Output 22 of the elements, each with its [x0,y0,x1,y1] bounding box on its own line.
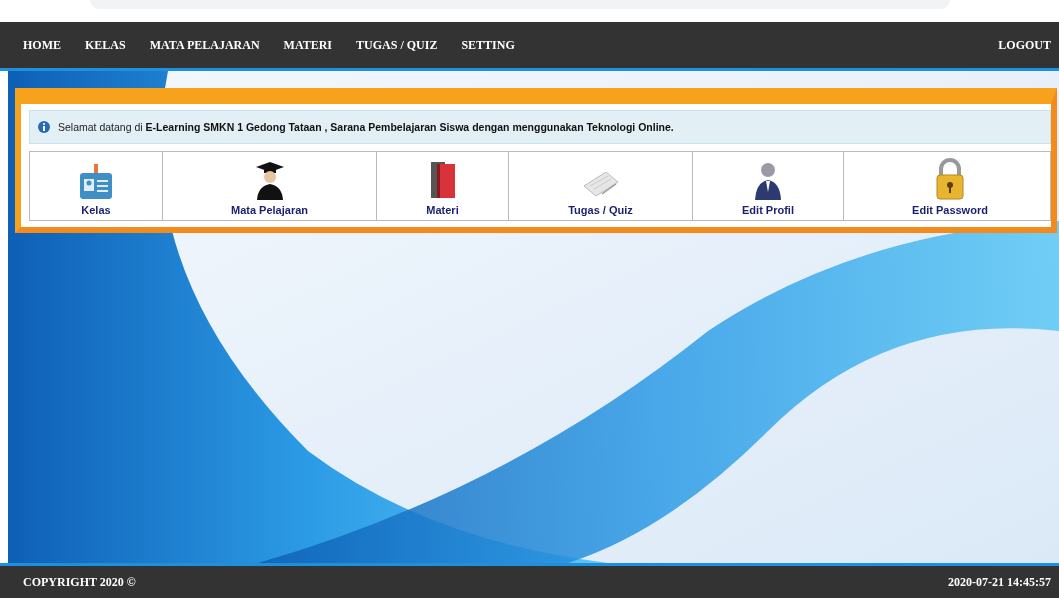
nav-link[interactable]: KELAS [76,37,141,53]
copyright-text: COPYRIGHT 2020 © [23,574,136,590]
nav-link[interactable]: MATA PELAJARAN [140,37,275,53]
graduate-icon [254,162,285,200]
menu-tile[interactable]: Edit Password [843,152,1056,220]
logout-link[interactable]: LOGOUT [998,37,1051,53]
welcome-message: Selamat datang di E-Learning SMKN 1 Gedong Tataan , Sarana Pembelajaran Siswa dengan menggunakan Teknologi Online. [58,121,674,133]
nav-link[interactable]: SETTING [452,37,530,53]
datetime-text: 2020-07-21 14:45:57 [948,574,1051,590]
nav-link[interactable]: HOME [14,37,76,53]
nav-link[interactable]: TUGAS / QUIZ [347,37,453,53]
info-icon [38,121,50,133]
nav-link[interactable]: MATERI [274,37,348,53]
menu-tile[interactable]: Kelas [30,152,162,220]
menu-tile[interactable]: Mata Pelajaran [162,152,376,220]
menu-tile[interactable]: Edit Profil [692,152,843,220]
id-card-icon [79,164,113,200]
books-icon [428,160,457,200]
menu-tile[interactable]: Materi [376,152,508,220]
padlock-icon [935,158,965,200]
person-icon [754,160,782,200]
menu-tile[interactable]: Tugas / Quiz [508,152,692,220]
